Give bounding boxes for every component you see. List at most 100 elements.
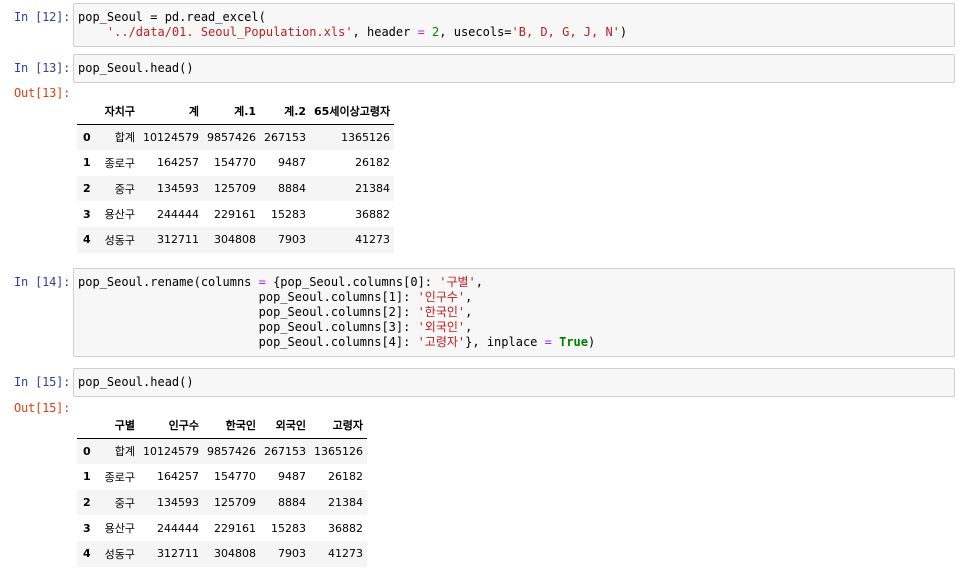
code-text: pop_Seoul = pd.read_excel(: [78, 10, 266, 24]
output-prompt-15: Out[15]:: [14, 401, 71, 415]
table-cell: 244444: [157, 207, 200, 221]
column-header: 구별: [100, 412, 140, 439]
row-index: 3: [83, 207, 91, 221]
table-cell: 15283: [271, 521, 307, 535]
table-cell: 7903: [278, 233, 307, 247]
table-cell: 312711: [157, 547, 200, 561]
table-cell: 성동구: [104, 233, 136, 247]
table-cell: 26182: [328, 470, 364, 484]
string-literal: '외국인': [417, 320, 466, 334]
code-cell-15[interactable]: pop_Seoul.head(): [73, 368, 955, 397]
table-cell: 성동구: [104, 547, 136, 561]
column-header: 계.1: [203, 98, 261, 125]
column-header: 인구수: [139, 412, 204, 439]
table-header-row: 자치구 계 계.1 계.2 65세이상고령자: [77, 98, 395, 125]
table-cell: 1365126: [341, 130, 391, 144]
code-text: pop_Seoul.columns[2]:: [258, 305, 418, 319]
output-prompt-13: Out[13]:: [14, 86, 71, 100]
table-cell: 1365126: [314, 444, 364, 458]
code-text: }, inplace: [465, 335, 545, 349]
table-row: 4 성동구 312711 304808 7903 41273: [77, 540, 368, 567]
code-text: pop_Seoul.columns[3]:: [258, 320, 418, 334]
row-index: 2: [83, 182, 91, 196]
code-text: pop_Seoul.columns[1]:: [258, 290, 418, 304]
table-row: 2 중구 134593 125709 8884 21384: [77, 175, 395, 202]
table-header-row: 구별 인구수 한국인 외국인 고령자: [77, 412, 368, 439]
code-line: pop_Seoul = pd.read_excel(: [78, 10, 950, 25]
table-cell: 9487: [278, 156, 307, 170]
table-cell: 9487: [278, 470, 307, 484]
table-cell: 종로구: [104, 156, 136, 170]
table-cell: 36882: [355, 207, 391, 221]
table-cell: 229161: [214, 207, 257, 221]
string-literal: '../data/01. Seoul_Population.xls': [106, 25, 353, 39]
code-text: ,: [465, 320, 473, 334]
column-header: 계: [139, 98, 204, 125]
code-text: ,: [465, 305, 473, 319]
column-header: 고령자: [310, 412, 368, 439]
table-cell: 134593: [157, 496, 200, 510]
table-cell: 164257: [157, 156, 200, 170]
table-cell: 중구: [114, 182, 136, 196]
table-cell: 304808: [214, 233, 257, 247]
code-text: , header: [352, 25, 418, 39]
table-cell: 7903: [278, 547, 307, 561]
table-cell: 154770: [214, 470, 257, 484]
keyword: True: [559, 335, 589, 349]
table-row: 2 중구 134593 125709 8884 21384: [77, 489, 368, 516]
table-cell: 164257: [157, 470, 200, 484]
column-header: 외국인: [260, 412, 311, 439]
code-line: pop_Seoul.columns[1]: '인구수',: [78, 290, 950, 305]
table-cell: 244444: [157, 521, 200, 535]
table-cell: 26182: [355, 156, 391, 170]
input-prompt-12: In [12]:: [14, 10, 71, 24]
table-cell: 21384: [328, 496, 364, 510]
table-cell: 용산구: [104, 208, 136, 222]
code-line: pop_Seoul.head(): [78, 375, 194, 389]
input-prompt-15: In [15]:: [14, 375, 71, 389]
table-cell: 21384: [355, 182, 391, 196]
code-text: ,: [475, 275, 484, 289]
table-cell: 종로구: [104, 470, 136, 484]
table-row: 4 성동구 312711 304808 7903 41273: [77, 226, 395, 253]
column-header: 65세이상고령자: [310, 98, 395, 125]
table-row: 0 합계 10124579 9857426 267153 1365126: [77, 124, 395, 151]
operator: =: [417, 25, 425, 39]
table-cell: 9857426: [207, 444, 257, 458]
code-text: pop_Seoul.columns[4]:: [258, 335, 418, 349]
row-index: 0: [83, 130, 91, 144]
table-row: 3 용산구 244444 229161 15283 36882: [77, 201, 394, 227]
code-cell-13[interactable]: pop_Seoul.head(): [73, 54, 955, 83]
table-cell: 304808: [214, 547, 257, 561]
string-literal: '고령자': [417, 335, 466, 349]
input-prompt-14: In [14]:: [14, 275, 71, 289]
string-literal: '한국인': [417, 305, 466, 319]
row-index: 4: [83, 547, 91, 561]
column-header: 자치구: [100, 98, 140, 125]
row-index: 3: [83, 521, 91, 535]
string-literal: '인구수': [417, 290, 466, 304]
table-cell: 229161: [214, 521, 257, 535]
table-row: 1 종로구 164257 154770 9487 26182: [77, 150, 394, 176]
row-index: 1: [83, 470, 91, 484]
table-row: 0 합계 10124579 9857426 267153 1365126: [77, 438, 368, 465]
table-cell: 36882: [328, 521, 364, 535]
table-cell: 125709: [214, 182, 257, 196]
table-cell: 15283: [271, 207, 307, 221]
table-cell: 267153: [264, 130, 307, 144]
code-text: {pop_Seoul.columns[0]:: [265, 275, 440, 289]
dataframe-output-15: 구별 인구수 한국인 외국인 고령자 0 합계 10124579 9857426…: [77, 412, 368, 567]
code-text: ): [619, 25, 628, 39]
dataframe-output-13: 자치구 계 계.1 계.2 65세이상고령자 0 합계 10124579 985…: [77, 98, 395, 253]
code-cell-12[interactable]: pop_Seoul = pd.read_excel( '../data/01. …: [73, 3, 955, 47]
code-text: ,: [465, 290, 473, 304]
table-cell: 8884: [278, 496, 307, 510]
table-cell: 합계: [114, 445, 136, 459]
code-line: pop_Seoul.rename(columns = {pop_Seoul.co…: [78, 275, 950, 290]
table-cell: 10124579: [143, 444, 200, 458]
string-literal: 'B, D, G, J, N': [511, 25, 620, 39]
table-cell: 중구: [114, 496, 136, 510]
row-index: 0: [83, 444, 91, 458]
string-literal: '구별': [439, 275, 476, 289]
code-cell-14[interactable]: pop_Seoul.rename(columns = {pop_Seoul.co…: [73, 268, 955, 357]
